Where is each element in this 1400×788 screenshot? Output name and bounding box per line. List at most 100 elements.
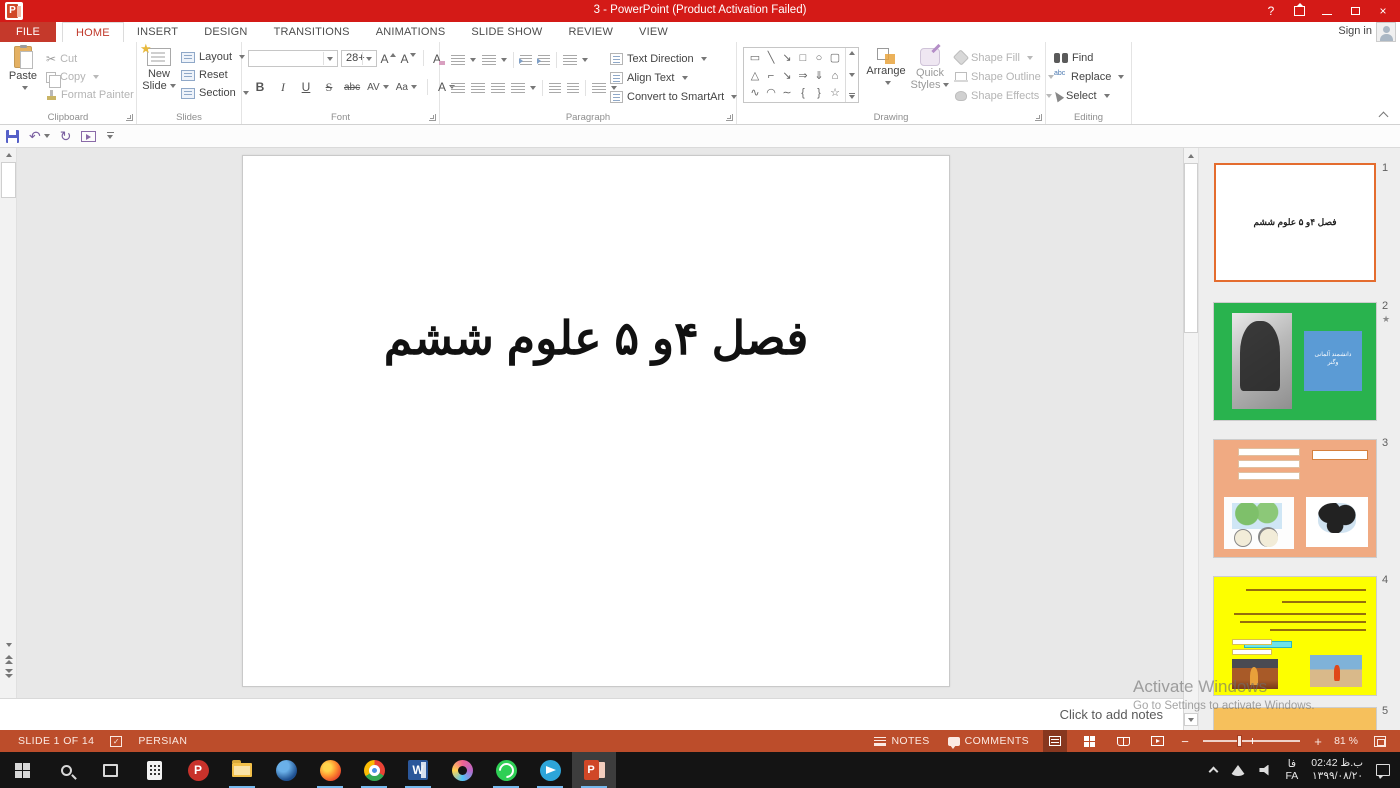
file-explorer-button[interactable] <box>220 752 264 788</box>
whatsapp-button[interactable] <box>484 752 528 788</box>
scroll-thumb[interactable] <box>1 162 16 198</box>
shape-gallery-icon[interactable]: ∼ <box>779 84 795 101</box>
psiphon-app-button[interactable]: P <box>176 752 220 788</box>
normal-view-button[interactable] <box>1043 730 1067 752</box>
character-spacing-button[interactable]: AV <box>367 78 389 96</box>
clock[interactable]: 02:42 ب.ظ۱۳۹۹/۰۸/۲۰ <box>1311 757 1363 783</box>
calculator-app-button[interactable] <box>132 752 176 788</box>
text-direction-button[interactable]: Text Direction <box>610 51 737 66</box>
shape-gallery-icon[interactable]: ▢ <box>827 49 843 66</box>
shape-gallery-icon[interactable]: ◠ <box>763 84 779 101</box>
tab-transitions[interactable]: TRANSITIONS <box>261 22 363 42</box>
language-switcher[interactable]: فاFA <box>1285 758 1298 782</box>
undo-button[interactable]: ↶ <box>29 128 50 145</box>
justify-button[interactable] <box>508 81 539 96</box>
copy-button[interactable]: Copy <box>46 68 134 86</box>
zoom-level[interactable]: 81 % <box>1334 735 1358 747</box>
comments-toggle-button[interactable]: COMMENTS <box>944 730 1033 752</box>
slide-sorter-view-button[interactable] <box>1077 730 1101 752</box>
quick-styles-button[interactable]: Quick Styles <box>909 48 951 91</box>
paste-button[interactable]: Paste <box>2 46 44 94</box>
shape-gallery-icon[interactable]: ▭ <box>747 49 763 66</box>
panel-scroll-down-button[interactable] <box>1184 713 1198 726</box>
cut-button[interactable]: ✂Cut <box>46 50 134 68</box>
arrange-button[interactable]: Arrange <box>863 48 909 89</box>
convert-to-smartart-button[interactable]: Convert to SmartArt <box>610 89 737 104</box>
slide-thumbnail-2[interactable]: دانشمند آلمانیوگنر <box>1214 303 1376 420</box>
strikethrough-abc-button[interactable]: abc <box>344 78 360 96</box>
align-center-button[interactable] <box>468 81 488 96</box>
drawing-dialog-launcher[interactable] <box>1035 114 1042 121</box>
shape-gallery-icon[interactable]: ⌐ <box>763 67 779 84</box>
chrome-button[interactable] <box>352 752 396 788</box>
fit-slide-to-window-button[interactable] <box>1368 730 1392 752</box>
restore-button[interactable] <box>1348 4 1362 18</box>
layout-button[interactable]: Layout <box>181 48 249 66</box>
telegram-button[interactable] <box>528 752 572 788</box>
minimize-button[interactable] <box>1320 4 1334 18</box>
notes-toggle-button[interactable]: NOTES <box>870 730 933 752</box>
customize-qat-button[interactable] <box>106 131 116 141</box>
increase-font-size-button[interactable]: A <box>380 50 396 68</box>
ribbon-display-options-icon[interactable] <box>1292 4 1306 18</box>
shapes-scroll-up[interactable] <box>849 51 855 55</box>
panel-scroll-thumb[interactable] <box>1184 163 1198 333</box>
shape-gallery-icon[interactable]: ∿ <box>747 84 763 101</box>
shape-gallery-icon[interactable]: ○ <box>811 50 827 67</box>
search-button[interactable] <box>44 752 88 788</box>
save-button[interactable] <box>6 130 19 143</box>
tab-slide-show[interactable]: SLIDE SHOW <box>458 22 555 42</box>
powerpoint-taskbar-button[interactable]: P <box>572 752 616 788</box>
bullets-button[interactable] <box>448 53 479 68</box>
action-center-icon[interactable] <box>1376 764 1390 776</box>
start-from-beginning-button[interactable] <box>81 131 96 142</box>
help-icon[interactable]: ? <box>1264 4 1278 18</box>
slide-thumbnail-4[interactable] <box>1214 577 1376 695</box>
tab-design[interactable]: DESIGN <box>191 22 260 42</box>
increase-indent-button[interactable] <box>535 53 553 68</box>
zoom-in-button[interactable]: + <box>1312 734 1324 749</box>
slide-canvas[interactable]: فصل ۴و ۵ علوم ششم <box>242 155 950 687</box>
firefox-button[interactable] <box>308 752 352 788</box>
paragraph-dialog-launcher[interactable] <box>726 114 733 121</box>
shape-gallery-icon[interactable]: { <box>795 85 811 102</box>
shape-gallery-icon[interactable]: ☆ <box>827 84 843 101</box>
new-slide-button[interactable]: ★ New Slide <box>139 48 179 92</box>
shapes-more-button[interactable] <box>849 95 855 99</box>
right-to-left-button[interactable] <box>564 81 582 96</box>
reset-button[interactable]: Reset <box>181 66 249 84</box>
shape-gallery-icon[interactable]: ⇓ <box>811 67 827 84</box>
panel-scroll-up-button[interactable] <box>1184 149 1198 162</box>
shapes-gallery[interactable]: ▭╲↘□○▢△⌐↘⇒⇓⌂∿◠∼{}☆ <box>743 47 859 103</box>
wifi-icon[interactable] <box>1230 765 1246 776</box>
find-button[interactable]: Find <box>1054 50 1124 65</box>
shape-gallery-icon[interactable]: △ <box>747 67 763 84</box>
shape-gallery-icon[interactable]: ⇒ <box>795 67 811 84</box>
zoom-slider-thumb[interactable] <box>1237 735 1242 747</box>
tab-review[interactable]: REVIEW <box>555 22 626 42</box>
speaker-icon[interactable] <box>1259 765 1272 776</box>
tab-animations[interactable]: ANIMATIONS <box>363 22 459 42</box>
section-button[interactable]: Section <box>181 84 249 102</box>
bold-button[interactable]: B <box>252 78 268 96</box>
select-button[interactable]: Select <box>1054 88 1124 103</box>
reading-view-button[interactable] <box>1111 730 1135 752</box>
tab-file[interactable]: FILE <box>0 22 56 42</box>
shape-gallery-icon[interactable]: ⌂ <box>827 67 843 84</box>
left-to-right-button[interactable] <box>546 81 564 96</box>
notes-pane[interactable]: Click to add notes <box>0 698 1183 730</box>
numbering-button[interactable] <box>479 53 510 68</box>
align-left-button[interactable] <box>448 81 468 96</box>
close-button[interactable]: × <box>1376 4 1390 18</box>
shape-gallery-icon[interactable]: ↘ <box>779 67 795 84</box>
slide-thumbnail-3[interactable] <box>1214 440 1376 557</box>
task-view-button[interactable] <box>88 752 132 788</box>
blue-app-button[interactable] <box>264 752 308 788</box>
change-case-button[interactable]: Aa <box>396 78 417 96</box>
zoom-slider[interactable] <box>1203 740 1300 742</box>
decrease-font-size-button[interactable]: A <box>400 50 416 68</box>
shapes-scroll-down[interactable] <box>849 73 855 77</box>
shape-gallery-icon[interactable]: ╲ <box>763 49 779 66</box>
slide-thumbnail-1[interactable]: فصل ۴و ۵ علوم ششم <box>1214 163 1376 282</box>
replace-button[interactable]: abcReplace <box>1054 69 1124 84</box>
